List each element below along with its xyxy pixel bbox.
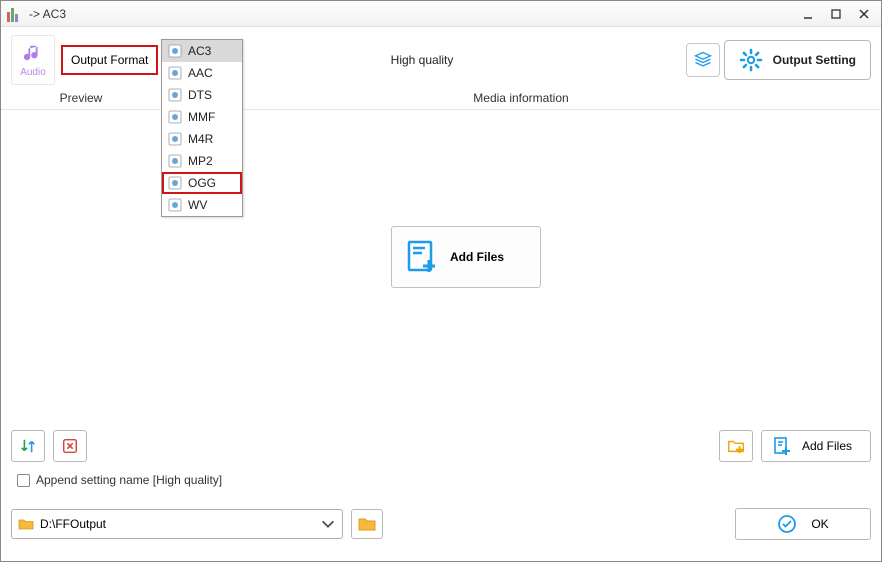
sort-icon [19, 437, 37, 455]
add-files-button[interactable]: Add Files [761, 430, 871, 462]
sort-button[interactable] [11, 430, 45, 462]
audio-m4r-icon [168, 132, 182, 146]
output-setting-label: Output Setting [773, 53, 856, 67]
audio-ac3-icon [168, 44, 182, 58]
add-files-label: Add Files [802, 439, 852, 453]
audio-category-tile[interactable]: Audio [11, 35, 55, 85]
add-folder-button[interactable] [719, 430, 753, 462]
append-setting-label: Append setting name [High quality] [36, 473, 222, 487]
delete-icon [61, 437, 79, 455]
format-item-label: M4R [188, 132, 213, 146]
audio-mmf-icon [168, 110, 182, 124]
window-buttons [797, 5, 875, 23]
layers-button[interactable] [686, 43, 720, 77]
preview-header: Preview [1, 91, 161, 105]
chevron-down-icon [320, 516, 336, 532]
audio-dts-icon [168, 88, 182, 102]
output-setting-button[interactable]: Output Setting [724, 40, 871, 80]
format-item-label: WV [188, 198, 207, 212]
delete-button[interactable] [53, 430, 87, 462]
format-item-m4r[interactable]: M4R [162, 128, 242, 150]
output-format-label: Output Format [71, 53, 148, 67]
output-format-button[interactable]: Output Format [61, 45, 158, 75]
bottom-toolbar: Add Files [11, 429, 871, 463]
title-bar: -> AC3 [1, 1, 881, 27]
file-add-icon [404, 239, 440, 275]
format-item-label: OGG [188, 176, 216, 190]
format-item-label: MP2 [188, 154, 213, 168]
window-title: -> AC3 [29, 7, 797, 21]
check-circle-icon [777, 514, 797, 534]
ok-button[interactable]: OK [735, 508, 871, 540]
folder-icon [18, 516, 34, 532]
audio-ogg-icon [168, 176, 182, 190]
folder-icon [358, 515, 376, 533]
output-path-combo[interactable]: D:\FFOutput [11, 509, 343, 539]
maximize-button[interactable] [825, 5, 847, 23]
format-item-dts[interactable]: DTS [162, 84, 242, 106]
format-item-label: MMF [188, 110, 215, 124]
append-setting-checkbox-row: Append setting name [High quality] [17, 473, 222, 487]
format-item-ac3[interactable]: AC3 [162, 40, 242, 62]
column-headers: Preview Media information [1, 91, 881, 110]
gear-icon [739, 48, 763, 72]
format-item-mmf[interactable]: MMF [162, 106, 242, 128]
audio-mp2-icon [168, 154, 182, 168]
format-item-label: DTS [188, 88, 212, 102]
output-path-value: D:\FFOutput [40, 517, 106, 531]
audio-wv-icon [168, 198, 182, 212]
app-icon [7, 6, 23, 22]
format-item-wv[interactable]: WV [162, 194, 242, 216]
format-item-label: AAC [188, 66, 213, 80]
append-setting-checkbox[interactable] [17, 474, 30, 487]
layers-icon [693, 50, 713, 70]
add-files-label: Add Files [450, 250, 504, 264]
browse-folder-button[interactable] [351, 509, 383, 539]
folder-add-icon [727, 437, 745, 455]
format-item-label: AC3 [188, 44, 211, 58]
minimize-button[interactable] [797, 5, 819, 23]
ok-label: OK [811, 517, 828, 531]
audio-icon [22, 43, 44, 65]
format-item-mp2[interactable]: MP2 [162, 150, 242, 172]
audio-label: Audio [20, 67, 46, 78]
format-item-ogg[interactable]: OGG [162, 172, 242, 194]
format-item-aac[interactable]: AAC [162, 62, 242, 84]
audio-aac-icon [168, 66, 182, 80]
format-dropdown[interactable]: AC3 AAC DTS MMF M4R MP2 OGG WV [161, 39, 243, 217]
add-files-dropzone[interactable]: Add Files [391, 226, 541, 288]
close-button[interactable] [853, 5, 875, 23]
media-info-header: Media information [161, 91, 881, 105]
file-add-icon [772, 436, 792, 456]
top-toolbar: Audio Output Format High quality Output … [1, 27, 881, 85]
output-path-row: D:\FFOutput OK [11, 507, 871, 541]
